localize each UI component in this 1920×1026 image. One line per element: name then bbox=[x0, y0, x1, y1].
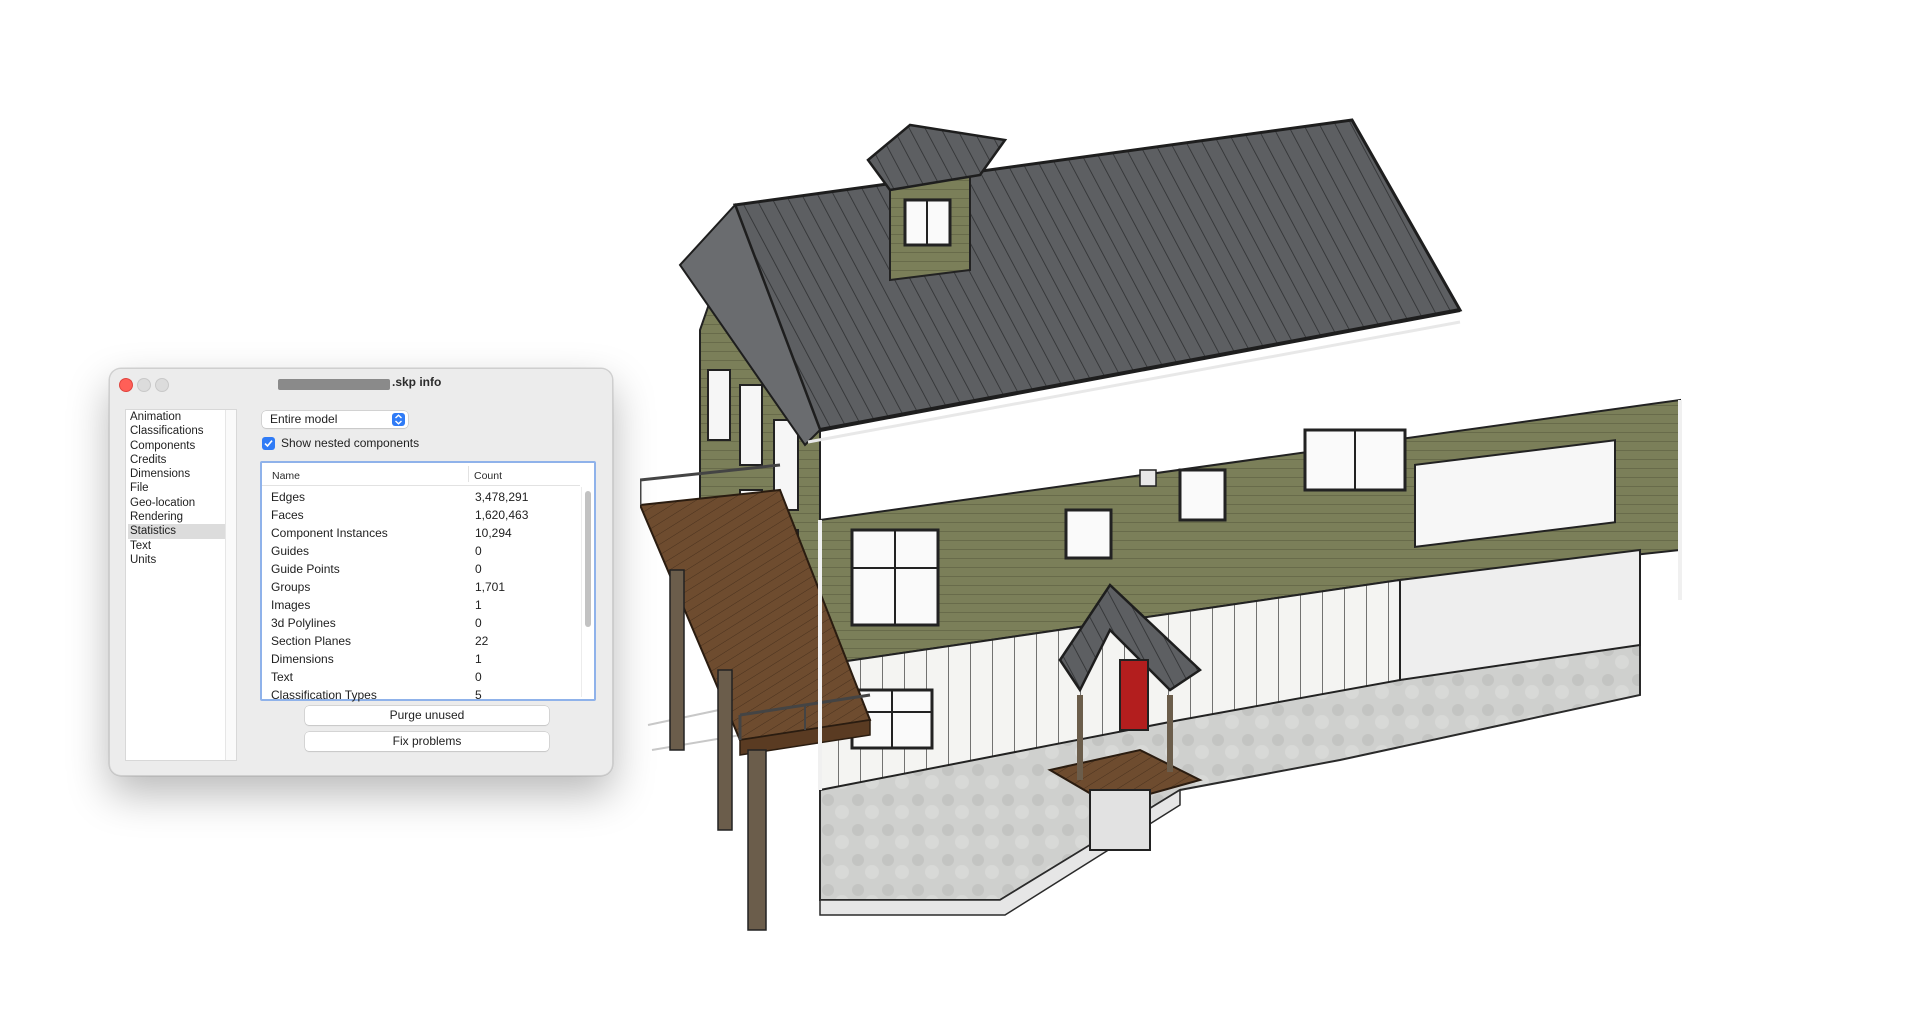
checkmark-icon bbox=[264, 440, 273, 448]
table-row[interactable]: Edges 3,478,291 bbox=[262, 489, 580, 507]
row-name: Faces bbox=[271, 508, 304, 522]
row-count: 22 bbox=[475, 634, 489, 648]
row-name: Dimensions bbox=[271, 652, 334, 666]
minimize-button[interactable] bbox=[137, 378, 151, 392]
row-name: 3d Polylines bbox=[271, 616, 336, 630]
sidebar-item-animation[interactable]: Animation bbox=[128, 410, 228, 424]
sidebar-item-dimensions[interactable]: Dimensions bbox=[128, 467, 228, 481]
fix-problems-button[interactable]: Fix problems bbox=[305, 732, 549, 751]
row-name: Guide Points bbox=[271, 562, 340, 576]
sidebar-item-statistics[interactable]: Statistics bbox=[128, 524, 228, 539]
row-count: 1 bbox=[475, 652, 482, 666]
sidebar-item-file[interactable]: File bbox=[128, 481, 228, 495]
table-row[interactable]: Section Planes 22 bbox=[262, 633, 580, 651]
table-row[interactable]: Component Instances 10,294 bbox=[262, 525, 580, 543]
sidebar-list[interactable]: Animation Classifications Components Credit… bbox=[125, 409, 237, 761]
title-bar[interactable]: .skp info bbox=[110, 369, 612, 397]
zoom-button[interactable] bbox=[155, 378, 169, 392]
scope-select[interactable]: Entire model bbox=[262, 411, 408, 428]
row-name: Classification Types bbox=[271, 688, 377, 702]
sidebar-items: Animation Classifications Components Credit… bbox=[126, 410, 236, 567]
row-count: 5 bbox=[475, 688, 482, 702]
sidebar-item-components[interactable]: Components bbox=[128, 439, 228, 453]
row-count: 0 bbox=[475, 544, 482, 558]
row-count: 0 bbox=[475, 562, 482, 576]
row-name: Text bbox=[271, 670, 294, 684]
sidebar-item-geo-location[interactable]: Geo-location bbox=[128, 496, 228, 510]
row-name: Component Instances bbox=[271, 526, 388, 540]
row-name: Guides bbox=[271, 544, 310, 558]
sidebar-scrollbar[interactable] bbox=[225, 410, 236, 760]
chevron-updown-icon bbox=[392, 413, 405, 426]
column-header-count[interactable]: Count bbox=[474, 470, 502, 482]
table-rows: Edges 3,478,291 Faces 1,620,463 Component In… bbox=[262, 489, 580, 705]
sidebar-item-classifications[interactable]: Classifications bbox=[128, 424, 228, 438]
close-button[interactable] bbox=[119, 378, 133, 392]
scrollbar-thumb[interactable] bbox=[585, 491, 591, 627]
column-divider bbox=[468, 466, 469, 482]
row-count: 0 bbox=[475, 670, 482, 684]
row-count: 0 bbox=[475, 616, 482, 630]
window-title: .skp info bbox=[392, 375, 442, 389]
model-viewport[interactable] bbox=[640, 100, 1820, 940]
table-scrollbar[interactable] bbox=[581, 487, 594, 697]
table-row[interactable]: 3d Polylines 0 bbox=[262, 615, 580, 633]
table-row[interactable]: Groups 1,701 bbox=[262, 579, 580, 597]
table-row[interactable]: Guides 0 bbox=[262, 543, 580, 561]
sidebar-item-text[interactable]: Text bbox=[128, 539, 228, 553]
table-row[interactable]: Dimensions 1 bbox=[262, 651, 580, 669]
purge-unused-button[interactable]: Purge unused bbox=[305, 706, 549, 725]
sidebar-item-credits[interactable]: Credits bbox=[128, 453, 228, 467]
sidebar-item-units[interactable]: Units bbox=[128, 553, 228, 567]
column-header-name[interactable]: Name bbox=[272, 470, 300, 482]
row-count: 1,620,463 bbox=[475, 508, 529, 522]
row-count: 3,478,291 bbox=[475, 490, 529, 504]
redacted-filename bbox=[278, 379, 390, 390]
row-count: 1 bbox=[475, 598, 482, 612]
table-header: Name Count bbox=[262, 463, 580, 486]
table-row[interactable]: Faces 1,620,463 bbox=[262, 507, 580, 525]
statistics-table[interactable]: Name Count Edges 3,478,291 Faces 1,620,463 C… bbox=[260, 461, 596, 702]
row-name: Section Planes bbox=[271, 634, 352, 648]
scope-select-value: Entire model bbox=[270, 412, 338, 426]
row-count: 10,294 bbox=[475, 526, 512, 540]
sidebar-item-rendering[interactable]: Rendering bbox=[128, 510, 228, 524]
show-nested-checkbox[interactable] bbox=[262, 437, 275, 450]
row-name: Edges bbox=[271, 490, 306, 504]
model-info-window: .skp info Animation Classifications Compon… bbox=[109, 368, 613, 776]
row-name: Groups bbox=[271, 580, 311, 594]
table-row[interactable]: Text 0 bbox=[262, 669, 580, 687]
table-row[interactable]: Images 1 bbox=[262, 597, 580, 615]
main-roof bbox=[678, 118, 1463, 447]
table-row[interactable]: Classification Types 5 bbox=[262, 687, 580, 705]
row-count: 1,701 bbox=[475, 580, 506, 594]
table-row[interactable]: Guide Points 0 bbox=[262, 561, 580, 579]
row-name: Images bbox=[271, 598, 311, 612]
show-nested-label[interactable]: Show nested components bbox=[281, 436, 419, 450]
